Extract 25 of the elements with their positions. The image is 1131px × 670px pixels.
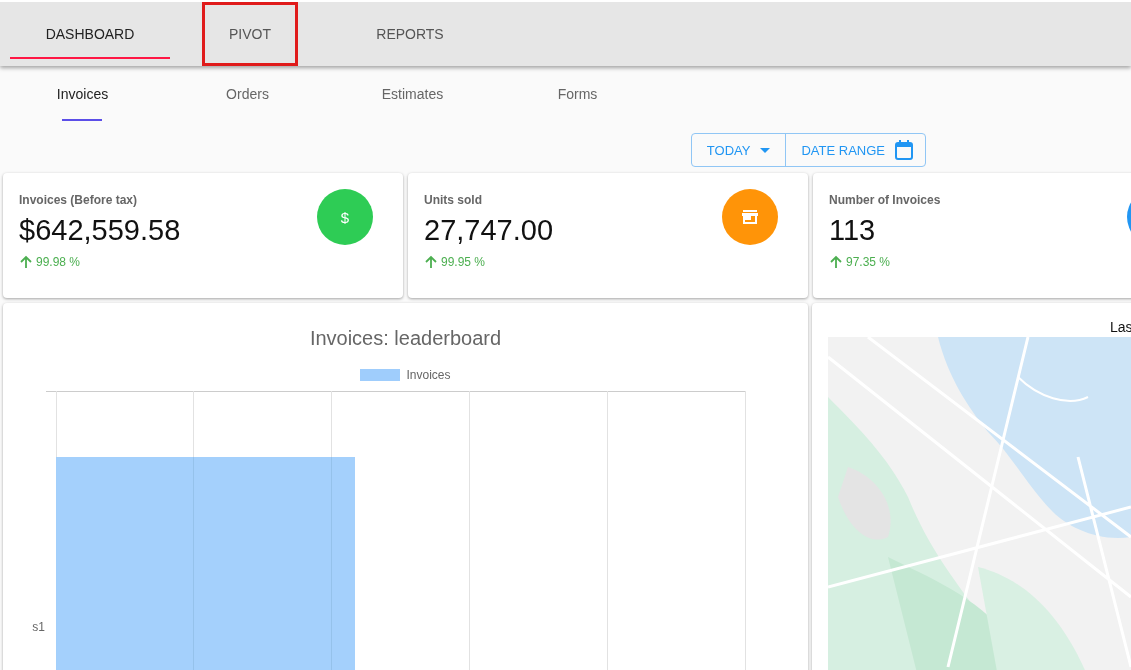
chart-title: Invoices: leaderboard: [309, 327, 502, 350]
tab[interactable]: REPORTS: [330, 2, 490, 66]
card-value: $642,559.58: [19, 214, 181, 247]
card-title: Invoices (Before tax): [19, 193, 138, 207]
tab[interactable]: Orders: [165, 66, 330, 122]
date-range-button[interactable]: DATE RANGE: [785, 134, 925, 166]
caret-icon: [760, 147, 771, 153]
legend-label: Invoices: [406, 368, 451, 382]
change-percent: 99.98 %: [36, 255, 81, 269]
tab[interactable]: PIVOT: [202, 2, 298, 66]
tab[interactable]: Invoices: [0, 66, 165, 122]
change-percent: 99.95 %: [441, 255, 486, 269]
change-percent: 97.35 %: [846, 255, 891, 269]
calendar-icon: [895, 140, 913, 160]
card-title: Units sold: [424, 193, 482, 207]
legend-swatch: [360, 369, 401, 381]
card-value: 27,747.00: [424, 214, 553, 247]
tab[interactable]: Forms: [495, 66, 660, 122]
tab[interactable]: Estimates: [330, 66, 495, 122]
card-value: 113: [829, 214, 876, 247]
axis-label: s1: [32, 620, 45, 634]
dollar-badge: $: [317, 189, 373, 245]
tab[interactable]: DASHBOARD: [10, 2, 170, 66]
card-title: Number of Invoices: [829, 193, 941, 207]
period-dropdown[interactable]: TODAY: [691, 134, 786, 166]
